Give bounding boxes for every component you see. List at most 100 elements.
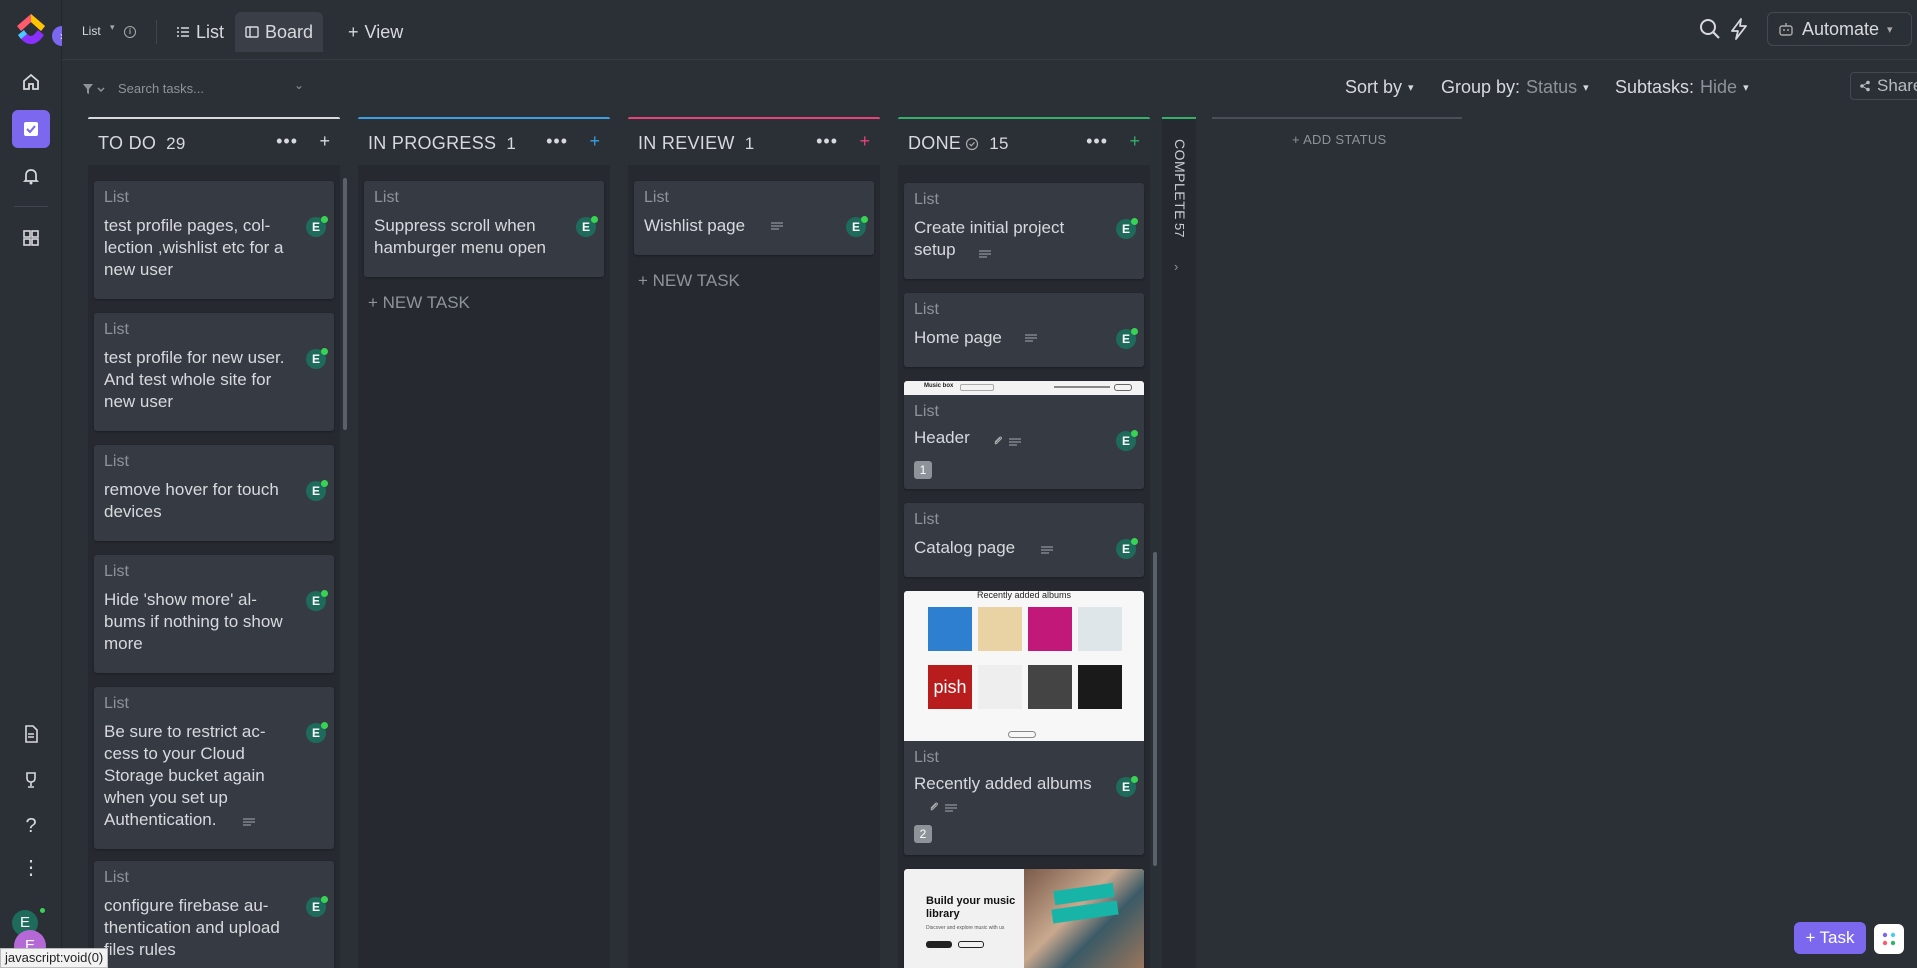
assignee-avatar[interactable]: E — [306, 722, 328, 743]
chevron-down-icon[interactable]: ▾ — [110, 22, 115, 33]
task-card[interactable]: Music box List Header E 1 — [904, 381, 1144, 489]
description-icon — [771, 222, 783, 230]
column-body: List test profile pages, col-lection ,wi… — [88, 165, 340, 968]
card-title: Suppress scroll when hamburger menu open — [374, 216, 547, 257]
assignee-avatar[interactable]: E — [306, 216, 328, 237]
assignee-avatar[interactable]: E — [1116, 776, 1138, 797]
assignee-avatar[interactable]: E — [306, 590, 328, 611]
docs-icon[interactable] — [15, 718, 47, 750]
task-card[interactable]: List test profile for new user. And test… — [94, 313, 334, 431]
lightning-icon[interactable] — [1730, 18, 1748, 45]
scrollbar[interactable] — [1153, 552, 1157, 866]
info-icon[interactable]: i — [124, 26, 136, 38]
column-menu-icon[interactable]: ••• — [276, 131, 298, 152]
description-icon — [1009, 438, 1021, 446]
add-status-divider — [1212, 117, 1462, 119]
assignee-avatar[interactable]: E — [306, 896, 328, 917]
share-button[interactable]: Share — [1850, 72, 1917, 100]
new-task-button[interactable]: + Task — [1794, 922, 1866, 954]
task-card[interactable]: List Hide 'show more' al-bums if nothing… — [94, 555, 334, 673]
card-title: test profile pages, col-lection ,wishlis… — [104, 216, 284, 279]
card-cover-image: Build your music library Discover and ex… — [904, 869, 1144, 968]
task-card[interactable]: List Create initial project setup E — [904, 183, 1144, 279]
home-icon[interactable] — [15, 66, 47, 98]
add-task-icon[interactable]: + — [859, 131, 870, 152]
search-tasks-input[interactable] — [118, 76, 368, 100]
help-icon[interactable]: ? — [15, 810, 47, 842]
column-body: List Wishlist page E + NEW TASK — [628, 165, 880, 968]
tab-label: View — [364, 21, 404, 42]
add-task-icon[interactable]: + — [589, 131, 600, 152]
chevron-down-icon[interactable]: ⌄ — [294, 78, 304, 92]
task-card[interactable]: List Home page E — [904, 293, 1144, 367]
automate-label: Automate — [1802, 18, 1880, 39]
task-card[interactable]: List test profile pages, col-lection ,wi… — [94, 181, 334, 299]
cover-subtitle: Discover and explore music with us — [926, 925, 1005, 931]
chevron-right-icon[interactable]: › — [1174, 259, 1178, 274]
column-menu-icon[interactable]: ••• — [1086, 131, 1108, 152]
apps-grid-icon[interactable] — [1874, 924, 1904, 954]
column-in-review: IN REVIEW 1 ••• + List Wishlist page E + … — [628, 117, 880, 968]
new-task-button[interactable]: + NEW TASK — [638, 271, 740, 291]
task-card[interactable]: List Wishlist page E — [634, 181, 874, 255]
column-menu-icon[interactable]: ••• — [546, 131, 568, 152]
automate-button[interactable]: Automate ▾ — [1767, 12, 1912, 46]
add-view-button[interactable]: + View — [338, 12, 413, 52]
task-card[interactable]: List configure firebase au-thentication … — [94, 861, 334, 968]
task-card[interactable]: List Catalog page E — [904, 503, 1144, 577]
bell-icon[interactable] — [15, 160, 47, 192]
assignee-avatar[interactable]: E — [1116, 328, 1138, 349]
assignee-avatar[interactable]: E — [846, 216, 868, 237]
spaces-icon[interactable] — [15, 222, 47, 254]
assignee-avatar[interactable]: E — [306, 348, 328, 369]
column-menu-icon[interactable]: ••• — [816, 131, 838, 152]
subtasks-label: Subtasks: — [1615, 76, 1695, 97]
trophy-icon[interactable] — [15, 764, 47, 796]
cover-text: Recently added albums — [976, 591, 1072, 600]
assignee-avatar[interactable]: E — [1116, 218, 1138, 239]
group-by-button[interactable]: Group by: Status ▾ — [1441, 72, 1589, 102]
share-label: Share — [1877, 76, 1917, 95]
assignee-avatar[interactable]: E — [1116, 538, 1138, 559]
assignee-avatar[interactable]: E — [306, 480, 328, 501]
robot-icon — [1779, 23, 1793, 36]
left-rail: › ? ⋮ E E — [0, 0, 72, 968]
task-card[interactable]: Recently added albums pish List Recently… — [904, 591, 1144, 855]
assignee-avatar[interactable]: E — [1116, 430, 1138, 451]
share-icon — [1860, 80, 1870, 92]
column-complete-collapsed[interactable]: COMPLETE 57 › — [1162, 117, 1196, 968]
new-task-button[interactable]: + NEW TASK — [368, 293, 470, 313]
plus-icon: + — [1805, 928, 1816, 947]
card-list-name: List — [914, 403, 939, 420]
card-list-name: List — [914, 511, 939, 528]
clickup-logo[interactable] — [14, 12, 48, 48]
chevron-down-icon: ▾ — [1408, 81, 1414, 94]
assignee-avatar[interactable]: E — [576, 216, 598, 237]
card-title: remove hover for touch devices — [104, 480, 279, 521]
card-list-name: List — [914, 301, 939, 318]
list-breadcrumb[interactable]: List — [82, 24, 101, 38]
sort-by-button[interactable]: Sort by ▾ — [1345, 72, 1414, 102]
search-icon[interactable] — [1699, 18, 1721, 45]
subtasks-button[interactable]: Subtasks: Hide ▾ — [1615, 72, 1749, 102]
description-icon — [1041, 546, 1053, 554]
task-card[interactable]: List remove hover for touch devices E — [94, 445, 334, 541]
add-task-icon[interactable]: + — [1129, 131, 1140, 152]
filter-icon[interactable] — [82, 82, 106, 100]
tasks-icon[interactable] — [12, 110, 50, 148]
scrollbar[interactable] — [343, 178, 347, 430]
board-icon — [245, 26, 259, 38]
add-status-button[interactable]: + ADD STATUS — [1292, 132, 1387, 147]
task-card[interactable]: List Be sure to restrict ac-cess to your… — [94, 687, 334, 849]
column-count: 15 — [989, 133, 1009, 153]
column-header: DONE 15 ••• + — [898, 117, 1150, 165]
task-card[interactable]: List Suppress scroll when hamburger menu… — [364, 181, 604, 277]
task-card[interactable]: Build your music library Discover and ex… — [904, 869, 1144, 968]
add-task-icon[interactable]: + — [319, 131, 330, 152]
tab-list[interactable]: List — [166, 12, 234, 52]
card-list-name: List — [104, 453, 129, 470]
divider — [156, 20, 157, 44]
tab-board[interactable]: Board — [235, 12, 324, 52]
more-vertical-icon[interactable]: ⋮ — [15, 852, 47, 884]
card-title: Be sure to restrict ac-cess to your Clou… — [104, 722, 266, 829]
